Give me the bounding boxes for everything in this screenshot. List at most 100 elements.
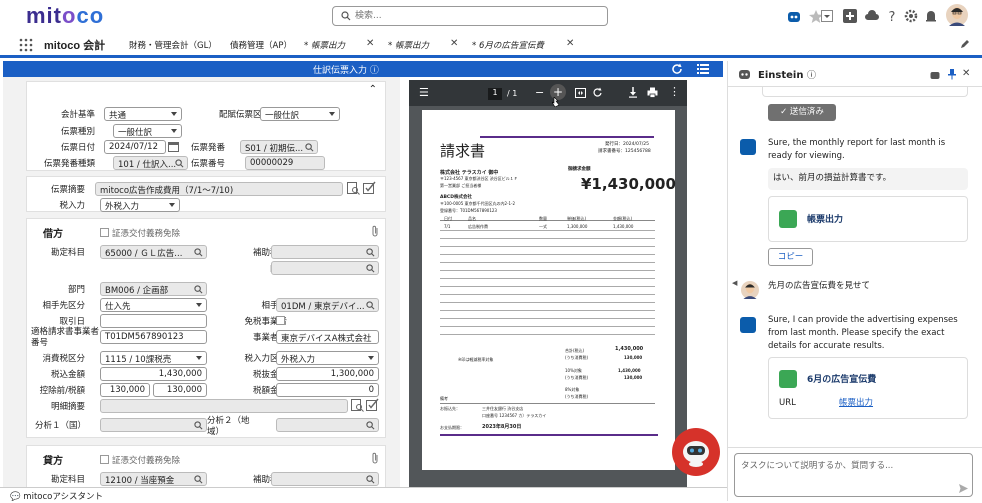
meisai-input[interactable] [100,399,348,413]
list-view-icon[interactable] [697,63,709,75]
app-launcher-icon[interactable] [19,38,33,52]
kojo-input-2[interactable]: 130,000 [153,383,207,397]
download-icon[interactable] [628,87,638,98]
zeigaku-input[interactable]: 0 [276,383,379,397]
bell-icon[interactable] [923,8,939,24]
fit-page-icon[interactable] [575,88,586,98]
composer-input[interactable]: タスクについて説明するか、質問する... [741,459,893,471]
einstein-header: Einstein ⓘ ✕ [728,61,982,87]
search-input[interactable] [355,9,595,23]
search-icon [194,421,203,430]
close-icon[interactable]: ✕ [962,68,970,79]
search-doc-icon[interactable] [347,182,360,195]
rate10-label: 10%対象 [565,368,582,373]
tab-ad-expense[interactable]: * 6月の広告宣伝費 [472,39,544,51]
more-options-icon[interactable]: ⋮ [669,85,680,98]
zoom-out-icon[interactable]: − [535,86,544,99]
zeinuki-input[interactable]: 1,300,000 [276,367,379,381]
bunseki2-lookup[interactable] [276,418,379,432]
nav-item-ap[interactable]: 債務管理（AP） [230,39,292,51]
add-icon[interactable] [842,8,858,24]
label-torihiki: 取引日 [59,317,85,327]
calendar-icon[interactable] [168,141,179,152]
settings-bot-icon[interactable] [930,70,941,80]
bunseki1-lookup[interactable] [100,418,207,432]
tekiyo-input[interactable]: mitoco広告作成費用（7/1〜7/10) [95,182,343,196]
report-card-1[interactable]: 帳票出力 [768,196,968,242]
denpyo-date-input[interactable]: 2024/07/12 [104,140,166,154]
collapse-chevron-icon[interactable]: ⌃ [369,84,377,95]
send-icon[interactable] [959,484,968,493]
checklist-icon[interactable] [366,398,379,411]
haizoku-select[interactable]: 一般仕訳 [260,107,340,121]
zeinyuryoku-select[interactable]: 外税入力 [100,198,180,212]
favorites-dropdown-icon[interactable] [821,8,833,24]
torihiki-date-input[interactable] [100,314,207,328]
edit-pencil-icon[interactable] [960,39,970,49]
credit-shoshou-checkbox[interactable] [100,455,109,464]
gear-icon[interactable] [903,8,919,24]
denpyo-shubetsu-select[interactable]: 一般仕訳 [113,124,182,138]
menu-icon[interactable]: ☰ [419,86,429,99]
tab-report-2[interactable]: * 帳票出力 [388,39,429,51]
attachment-icon[interactable] [371,452,379,464]
kaikei-kijun-select[interactable]: 共通 [104,107,182,121]
search-icon [175,159,184,168]
kanjo-lookup[interactable]: 65000 / ＧＬ広告... [100,245,207,259]
page-number-input[interactable]: 1 [488,88,502,100]
refresh-icon[interactable] [671,63,683,75]
tab-close-icon[interactable]: ✕ [566,38,574,49]
jigyosha-input[interactable]: 東京デバイスA株式会社 [276,330,379,344]
rotate-icon[interactable] [592,87,603,98]
label-aite-kubun: 相手先区分 [42,301,85,311]
shoshou-checkbox[interactable] [100,228,109,237]
hojo-lookup[interactable] [271,245,379,259]
report-card-2-link[interactable]: 帳票出力 [839,396,873,408]
info-icon[interactable]: ⓘ [370,66,379,76]
global-search[interactable] [332,6,608,26]
mouse-cursor-icon [552,97,560,107]
report-card-2[interactable]: 6月の広告宣伝費 URL 帳票出力 [768,357,968,419]
pin-icon[interactable] [948,69,956,80]
user-avatar[interactable] [946,4,968,26]
bumon-lookup[interactable]: BM006 / 企画部 [100,282,207,296]
tab-report-1[interactable]: * 帳票出力 [304,39,345,51]
tekikaku-input[interactable]: T01DM567890123 [100,330,207,344]
credit-kanjo-lookup[interactable]: 12100 / 当座預金 [100,472,207,486]
aite-kubun-select[interactable]: 仕入先 [100,298,207,312]
form-title: 仕訳伝票入力 ⓘ [313,66,379,76]
tab-close-icon[interactable]: ✕ [366,38,374,49]
zeikomi-input[interactable]: 1,430,000 [100,367,207,381]
einstein-bot-icon[interactable] [786,8,802,24]
composer[interactable]: タスクについて説明するか、質問する... [734,453,973,497]
search-doc-icon[interactable] [351,399,364,412]
tab-star: * [472,41,479,51]
scroll-left-icon[interactable]: ◀ [732,279,737,287]
copy-button[interactable]: コピー [768,248,813,266]
search-icon [366,264,375,273]
mitoco-logo[interactable]: mitoco [26,3,104,29]
nav-item-gl[interactable]: 財務・管理会計（GL） [129,39,217,51]
kojo-input-1[interactable]: 130,000 [100,383,150,397]
zeinyu-kubun-select[interactable]: 外税入力 [276,351,379,365]
hakko-shurui-lookup[interactable]: 101 / 仕訳入... [113,156,188,170]
tab-close-icon[interactable]: ✕ [450,38,458,49]
app-name: mitoco 会計 [44,40,106,52]
menzei-checkbox[interactable] [276,316,285,325]
assistant-tab[interactable]: 💬 mitocoアシスタント [10,490,103,502]
help-icon[interactable]: ? [884,8,900,24]
shohizei-select[interactable]: 1115 / 10課税売 [100,351,207,365]
hakkomoto-lookup[interactable]: S01 / 初期伝... [240,140,318,154]
invoice-title: 請求書 [440,142,486,160]
sent-button[interactable]: ✓ 送信済み [768,104,836,121]
credit-hojo-lookup[interactable] [271,472,379,486]
cloud-icon[interactable] [864,8,880,24]
print-icon[interactable] [647,87,658,98]
attachment-icon[interactable] [371,225,379,237]
checklist-icon[interactable] [363,181,376,194]
uchiwake-lookup[interactable] [271,261,379,275]
aite-lookup[interactable]: 01DM / 東京デバイ... [276,298,379,312]
search-icon [194,475,203,484]
mitoco-assistant-robot[interactable] [672,428,720,476]
info-icon[interactable]: ⓘ [807,71,816,81]
